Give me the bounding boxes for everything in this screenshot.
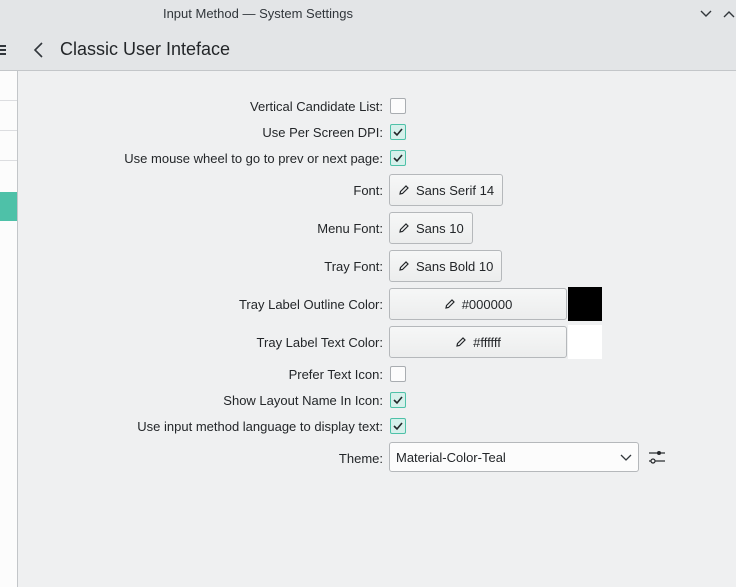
vertical-candidate-list-checkbox[interactable]: [390, 98, 406, 114]
tray-text-color-value: #ffffff: [473, 334, 501, 350]
settings-content: [18, 71, 736, 587]
theme-value: Material-Color-Teal: [396, 450, 506, 465]
checkmark-icon: [393, 128, 403, 137]
chevron-up-icon: [723, 11, 735, 18]
sidebar-item-active[interactable]: [0, 192, 17, 221]
tray-outline-color-button[interactable]: #000000: [389, 288, 567, 320]
mouse-wheel-label: Use mouse wheel to go to prev or next pa…: [124, 151, 383, 166]
pencil-icon: [399, 185, 409, 195]
sidebar-divider: [0, 100, 17, 101]
font-value: Sans Serif 14: [416, 182, 495, 198]
configure-theme-button[interactable]: [648, 448, 666, 466]
theme-label: Theme:: [338, 451, 383, 466]
sliders-icon: [649, 451, 665, 464]
tray-text-color-label: Tray Label Text Color:: [256, 335, 383, 350]
per-screen-dpi-label: Use Per Screen DPI:: [262, 125, 383, 140]
prefer-text-icon-checkbox[interactable]: [390, 366, 406, 382]
pencil-icon: [399, 223, 409, 233]
title-bar: Input Method — System Settings: [0, 0, 736, 29]
checkmark-icon: [393, 154, 403, 163]
menu-font-label: Menu Font:: [317, 221, 383, 236]
prefer-text-icon-label: Prefer Text Icon:: [288, 367, 383, 382]
sidebar-divider: [0, 160, 17, 161]
vertical-candidate-list-label: Vertical Candidate List:: [250, 99, 383, 114]
chevron-down-icon: [700, 10, 712, 17]
minimize-button[interactable]: [699, 6, 713, 22]
page-header: Classic User Inteface: [0, 29, 736, 71]
checkmark-icon: [393, 396, 403, 405]
back-button[interactable]: [29, 40, 49, 60]
window-title: Input Method — System Settings: [162, 6, 354, 21]
menu-font-button[interactable]: Sans 10: [389, 212, 473, 244]
checkmark-icon: [393, 422, 403, 431]
page-title: Classic User Inteface: [60, 39, 231, 59]
use-im-language-checkbox[interactable]: [390, 418, 406, 434]
tray-text-color-swatch[interactable]: [568, 325, 602, 359]
hamburger-icon: [0, 45, 6, 55]
tray-font-label: Tray Font:: [324, 259, 383, 274]
show-layout-name-checkbox[interactable]: [390, 392, 406, 408]
arrow-left-icon: [33, 42, 43, 58]
use-im-language-label: Use input method language to display tex…: [137, 419, 383, 434]
tray-font-button[interactable]: Sans Bold 10: [389, 250, 503, 282]
tray-outline-color-value: #000000: [461, 296, 513, 312]
maximize-button[interactable]: [722, 6, 736, 22]
pencil-icon: [456, 337, 466, 347]
tray-text-color-button[interactable]: #ffffff: [389, 326, 567, 358]
show-layout-name-label: Show Layout Name In Icon:: [223, 393, 383, 408]
sidebar: [0, 71, 18, 587]
pencil-icon: [399, 261, 409, 271]
pencil-icon: [444, 299, 455, 309]
tray-outline-color-label: Tray Label Outline Color:: [238, 297, 383, 312]
tray-outline-color-swatch[interactable]: [568, 287, 602, 321]
font-label: Font:: [353, 183, 383, 198]
font-button[interactable]: Sans Serif 14: [389, 174, 504, 206]
chevron-down-icon: [620, 454, 632, 461]
per-screen-dpi-checkbox[interactable]: [390, 124, 406, 140]
sidebar-divider: [0, 130, 17, 131]
theme-select[interactable]: Material-Color-Teal: [389, 442, 639, 472]
tray-font-value: Sans Bold 10: [416, 258, 494, 274]
menu-button[interactable]: [0, 43, 6, 57]
mouse-wheel-checkbox[interactable]: [390, 150, 406, 166]
menu-font-value: Sans 10: [416, 220, 464, 236]
